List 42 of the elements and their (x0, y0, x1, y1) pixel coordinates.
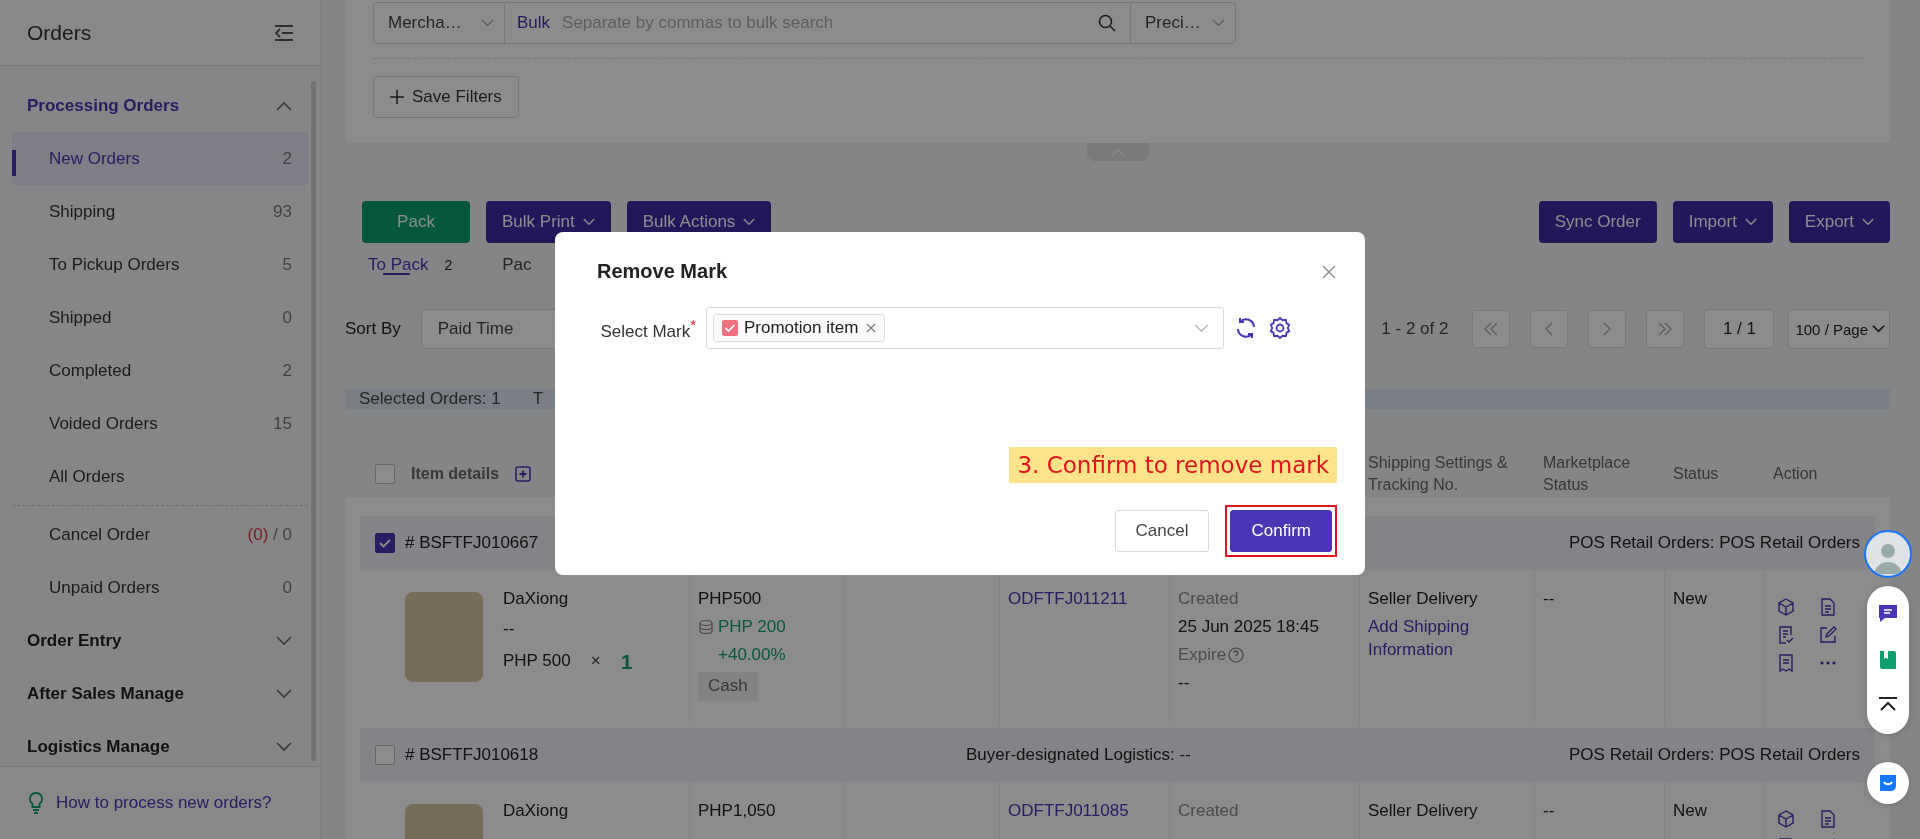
column-header: Marketplace Status (1543, 453, 1632, 496)
column-header: Action (1773, 464, 1818, 485)
profit-amount: PHP 200 (718, 615, 786, 638)
selection-info: T (532, 389, 544, 409)
order-total: PHP500 (698, 587, 762, 610)
profit-margin: +40.00% (717, 643, 786, 666)
order-status: New (1673, 587, 1707, 610)
sidebar-title: Orders (27, 20, 92, 45)
shipping-method: Seller Delivery (1368, 799, 1478, 822)
annotation-note: 3. Confirm to remove mark (1009, 447, 1337, 483)
expire-label: Expire (1178, 643, 1227, 666)
order-total: PHP1,050 (698, 799, 776, 822)
order-type: POS Retail Orders: POS Retail Orders (1569, 744, 1860, 765)
order-type: POS Retail Orders: POS Retail Orders (1569, 532, 1860, 553)
order-status: New (1673, 799, 1707, 822)
times-sign: × (590, 650, 601, 673)
expire-time: -- (1178, 671, 1190, 694)
marketplace-status: -- (1543, 587, 1555, 610)
column-header: Shipping Settings & Tracking No. (1368, 453, 1509, 496)
logistics-info: Buyer-designated Logistics: -- (966, 744, 1191, 765)
product-variant: -- (503, 617, 516, 640)
quantity: 1 (620, 648, 633, 675)
time-label: Created (1178, 587, 1239, 610)
dialog-title: Remove Mark (597, 260, 728, 283)
field-label: Select Mark$^{*}$ (599, 315, 696, 342)
created-time: 25 Jun 2025 18:45 (1178, 615, 1319, 638)
payment-tag: Cash (698, 671, 758, 701)
mark-tag: Promotion item (713, 314, 886, 342)
selected-count: Selected Orders: 1 (359, 389, 501, 409)
shipping-method: Seller Delivery (1368, 587, 1478, 610)
column-header: Item details (411, 464, 500, 485)
time-label: Created (1178, 799, 1239, 822)
order-number: # BSFTFJ010667 (405, 532, 539, 553)
bulk-label: Bulk (517, 13, 551, 33)
order-number: # BSFTFJ010618 (405, 744, 539, 765)
product-name: DaXiong (503, 587, 570, 610)
marketplace-status: -- (1543, 799, 1555, 822)
column-header: Status (1673, 464, 1719, 485)
sort-label: Sort By (345, 319, 401, 339)
product-name: DaXiong (503, 799, 569, 822)
page-range: 1 - 2 of 2 (1381, 319, 1449, 339)
unit-price: PHP 500 (503, 650, 571, 673)
